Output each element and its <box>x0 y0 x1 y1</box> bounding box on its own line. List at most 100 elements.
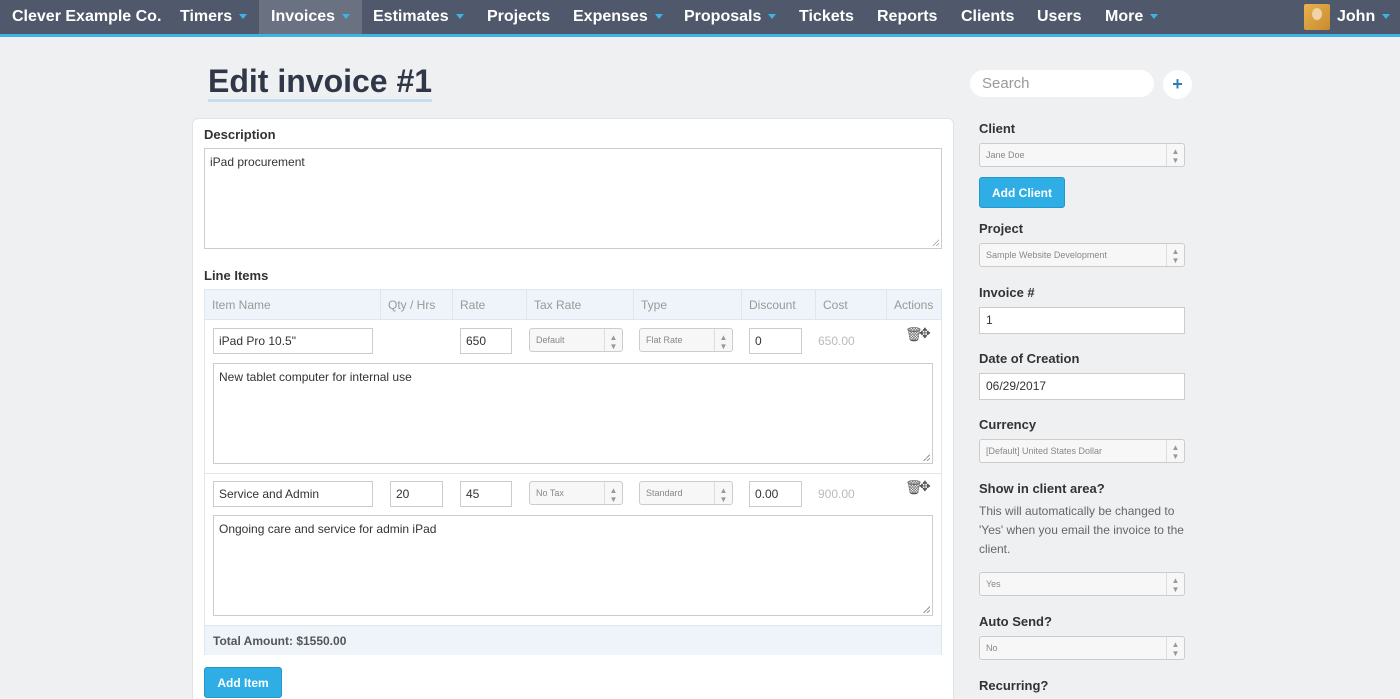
currency-select[interactable]: [Default] United States Dollar ▲ ▼ <box>979 439 1185 463</box>
chevron-down-icon <box>342 14 351 20</box>
line-items-label: Line Items <box>204 268 269 283</box>
nav-item-projects[interactable]: Projects <box>475 0 562 34</box>
chevron-down-icon <box>455 14 464 20</box>
updown-arrows-icon: ▲ ▼ <box>1166 440 1184 462</box>
updown-arrows-icon: ▲ ▼ <box>714 329 732 351</box>
page-title: Edit invoice #1 <box>208 63 433 102</box>
type-select[interactable]: Standard ▲ ▼ <box>639 481 733 505</box>
item-qty-input[interactable]: 20 <box>390 481 443 507</box>
updown-arrows-icon: ▲ ▼ <box>604 482 622 504</box>
type-select[interactable]: Flat Rate ▲ ▼ <box>639 328 733 352</box>
chevron-down-icon <box>768 14 777 20</box>
nav-item-more[interactable]: More <box>1093 0 1170 34</box>
column-header: Rate <box>453 290 527 320</box>
item-cost: 650.00 <box>818 334 855 348</box>
search-input[interactable]: Search <box>970 70 1154 97</box>
top-nav: Clever Example Co. Timers Invoices Estim… <box>0 0 1400 37</box>
tax-rate-value: Default <box>536 335 565 345</box>
show-client-value: Yes <box>986 579 1001 589</box>
nav-item-label: Tickets <box>799 8 854 25</box>
brand-name[interactable]: Clever Example Co. <box>12 0 161 34</box>
updown-arrows-icon: ▲ ▼ <box>1166 637 1184 659</box>
plus-icon[interactable]: + <box>1163 70 1192 99</box>
client-value: Jane Doe <box>986 150 1025 160</box>
nav-item-estimates[interactable]: Estimates <box>361 0 476 34</box>
tax-rate-select[interactable]: No Tax ▲ ▼ <box>529 481 623 505</box>
chevron-down-icon <box>1382 14 1391 20</box>
nav-item-label: Proposals <box>684 8 762 25</box>
item-rate-input[interactable]: 650 <box>460 328 512 354</box>
type-value: Standard <box>646 488 683 498</box>
nav-item-label: Users <box>1037 8 1082 25</box>
updown-arrows-icon: ▲ ▼ <box>714 482 732 504</box>
nav-item-label: Clients <box>961 8 1015 25</box>
column-header: Cost <box>816 290 887 320</box>
updown-arrows-icon: ▲ ▼ <box>1166 244 1184 266</box>
nav-item-proposals[interactable]: Proposals <box>672 0 788 34</box>
nav-item-label: Expenses <box>573 8 648 25</box>
invoice-number-input[interactable]: 1 <box>979 307 1185 334</box>
tax-rate-value: No Tax <box>536 488 564 498</box>
project-label: Project <box>979 221 1024 236</box>
user-menu[interactable]: John <box>1337 0 1391 34</box>
column-header: Tax Rate <box>527 290 634 320</box>
nav-item-reports[interactable]: Reports <box>865 0 949 34</box>
nav-item-expenses[interactable]: Expenses <box>561 0 675 34</box>
auto-send-select[interactable]: No ▲ ▼ <box>979 636 1185 660</box>
item-rate-input[interactable]: 45 <box>460 481 512 507</box>
auto-send-label: Auto Send? <box>979 614 1052 629</box>
user-name: John <box>1337 8 1376 25</box>
date-label: Date of Creation <box>979 351 1080 366</box>
add-item-button[interactable]: Add Item <box>204 667 282 698</box>
nav-item-clients[interactable]: Clients <box>949 0 1026 34</box>
show-client-select[interactable]: Yes ▲ ▼ <box>979 572 1185 596</box>
invoice-number-label: Invoice # <box>979 285 1035 300</box>
nav-item-users[interactable]: Users <box>1025 0 1093 34</box>
item-cost: 900.00 <box>818 487 855 501</box>
currency-value: [Default] United States Dollar <box>986 446 1103 456</box>
discount-input[interactable]: 0.00 <box>749 481 802 507</box>
updown-arrows-icon: ▲ ▼ <box>1166 144 1184 166</box>
move-icon[interactable]: ✥ <box>919 325 931 342</box>
chevron-down-icon <box>654 14 663 20</box>
auto-send-value: No <box>986 643 998 653</box>
show-client-help: This will automatically be changed to 'Y… <box>979 504 1184 556</box>
client-label: Client <box>979 121 1016 136</box>
description-label: Description <box>204 127 276 142</box>
add-client-button[interactable]: Add Client <box>979 177 1065 208</box>
nav-item-label: Invoices <box>271 8 336 25</box>
discount-input[interactable]: 0 <box>749 328 802 354</box>
column-header: Qty / Hrs <box>381 290 453 320</box>
nav-item-label: Timers <box>180 8 233 25</box>
column-header: Actions <box>894 298 934 312</box>
nav-item-invoices[interactable]: Invoices <box>259 0 363 34</box>
item-details-textarea[interactable]: Ongoing care and service for admin iPad <box>213 515 933 616</box>
avatar[interactable] <box>1304 4 1330 30</box>
nav-item-timers[interactable]: Timers <box>168 0 259 34</box>
description-textarea[interactable]: iPad procurement <box>204 148 942 249</box>
item-details-textarea[interactable]: New tablet computer for internal use <box>213 363 933 464</box>
date-input[interactable]: 06/29/2017 <box>979 373 1185 400</box>
resize-handle-icon[interactable] <box>932 239 939 246</box>
nav-item-tickets[interactable]: Tickets <box>787 0 866 34</box>
tax-rate-select[interactable]: Default ▲ ▼ <box>529 328 623 352</box>
item-name-input[interactable]: iPad Pro 10.5" <box>213 328 373 354</box>
project-select[interactable]: Sample Website Development ▲ ▼ <box>979 243 1185 267</box>
type-value: Flat Rate <box>646 335 683 345</box>
move-icon[interactable]: ✥ <box>919 478 931 495</box>
project-value: Sample Website Development <box>986 250 1107 260</box>
nav-item-label: More <box>1105 8 1144 25</box>
updown-arrows-icon: ▲ ▼ <box>604 329 622 351</box>
row-divider <box>205 473 941 474</box>
column-header: Discount <box>742 290 816 320</box>
nav-item-label: Estimates <box>373 8 449 25</box>
client-select[interactable]: Jane Doe ▲ ▼ <box>979 143 1185 167</box>
item-name-input[interactable]: Service and Admin <box>213 481 373 507</box>
nav-item-label: Projects <box>487 8 551 25</box>
show-client-label: Show in client area? <box>979 481 1105 496</box>
chevron-down-icon <box>1150 14 1159 20</box>
line-items-header: Item Name Qty / Hrs Rate Tax Rate Type D… <box>205 290 941 320</box>
resize-handle-icon[interactable] <box>923 454 930 461</box>
chevron-down-icon <box>239 14 248 20</box>
resize-handle-icon[interactable] <box>923 606 930 613</box>
